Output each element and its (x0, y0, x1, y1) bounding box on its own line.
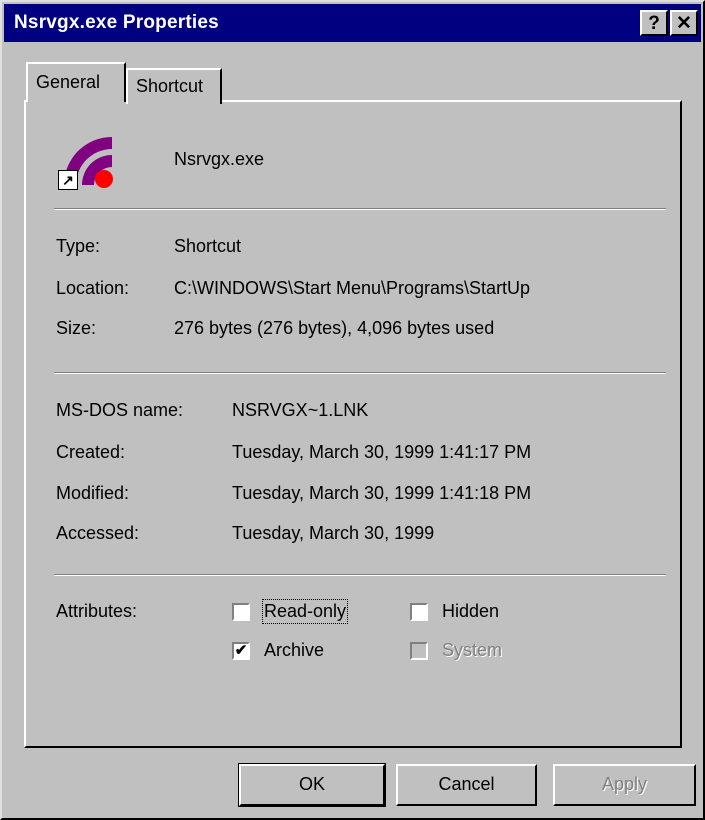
close-button[interactable]: ✕ (670, 10, 698, 36)
apply-button: Apply (553, 764, 696, 806)
tab-panel-general (24, 100, 682, 748)
window-title: Nsrvgx.exe Properties (14, 12, 219, 33)
properties-dialog: Nsrvgx.exe Properties ? ✕ General Shortc… (0, 0, 705, 820)
tab-general[interactable]: General (26, 62, 126, 102)
ok-button[interactable]: OK (238, 763, 386, 807)
tab-shortcut[interactable]: Shortcut (126, 68, 222, 104)
title-bar[interactable]: Nsrvgx.exe Properties ? ✕ (4, 4, 701, 42)
cancel-button[interactable]: Cancel (396, 764, 537, 806)
help-button[interactable]: ? (640, 10, 668, 36)
